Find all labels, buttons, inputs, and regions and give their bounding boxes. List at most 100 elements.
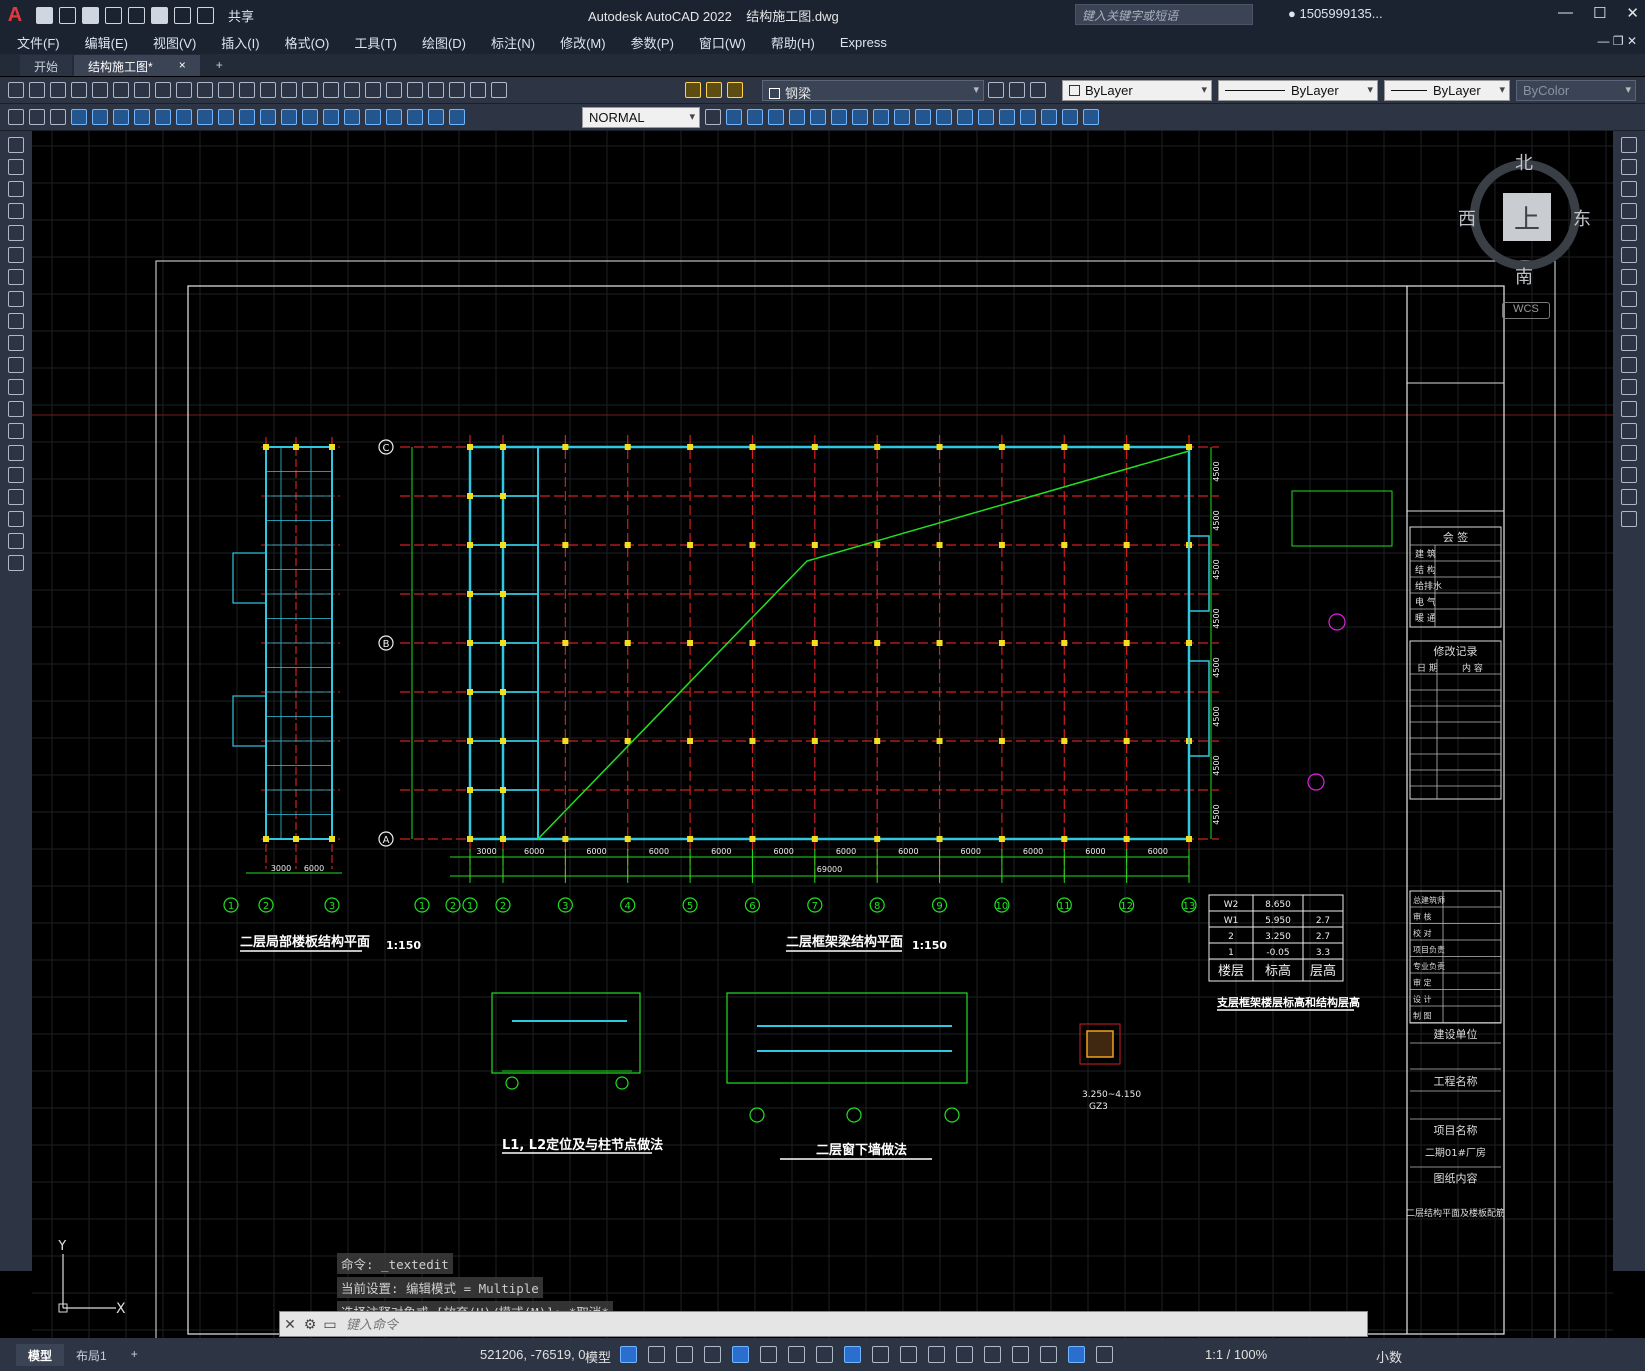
layer-freeze-icon[interactable] [706, 82, 722, 98]
selection-filter-icon[interactable] [1012, 1346, 1029, 1363]
rotate-icon[interactable] [1621, 269, 1637, 285]
dim-edit-icon[interactable] [428, 109, 444, 125]
qnew-icon[interactable] [8, 82, 24, 98]
document-window-controls[interactable]: — ❐ ✕ [1598, 34, 1637, 48]
viewcube-top-face[interactable]: 上 [1503, 193, 1551, 241]
menu-8[interactable]: 修改(M) [560, 33, 606, 52]
tab-start[interactable]: 开始 [20, 55, 73, 76]
dim-continue-icon[interactable] [281, 109, 297, 125]
make-current-icon[interactable] [988, 82, 1004, 98]
tool-icon[interactable] [747, 109, 763, 125]
snap-icon[interactable] [648, 1346, 665, 1363]
plot-icon[interactable] [71, 82, 87, 98]
help-icon[interactable] [470, 82, 486, 98]
command-input[interactable] [340, 1313, 1367, 1335]
layout-tab-layout1[interactable]: 布局1 [64, 1344, 119, 1366]
units-display[interactable]: 小数 [1376, 1347, 1402, 1366]
layer-on-icon[interactable] [685, 82, 701, 98]
zoom-previous-icon[interactable] [344, 82, 360, 98]
user-account[interactable]: ● 1505999135... [1288, 6, 1383, 21]
open-icon[interactable] [29, 82, 45, 98]
gradient-icon[interactable] [8, 467, 24, 483]
circle-icon[interactable] [8, 269, 24, 285]
undo-icon[interactable] [239, 82, 255, 98]
menu-1[interactable]: 编辑(E) [85, 33, 128, 52]
dim-tool-icon[interactable] [50, 109, 66, 125]
zoom-window-icon[interactable] [323, 82, 339, 98]
dim-angular-icon[interactable] [218, 109, 234, 125]
table-icon[interactable] [8, 511, 24, 527]
dim-jogged-icon[interactable] [176, 109, 192, 125]
add-selected-icon[interactable] [8, 555, 24, 571]
close-command-icon[interactable]: ✕ [280, 1316, 300, 1333]
plotstyle-dropdown[interactable]: ByColor [1516, 80, 1636, 101]
pan-icon[interactable] [281, 82, 297, 98]
minimize-button[interactable]: — [1558, 4, 1573, 22]
ellipse-arc-icon[interactable] [8, 357, 24, 373]
undo-icon[interactable] [174, 6, 191, 24]
tool-icon[interactable] [936, 109, 952, 125]
model-space-canvas[interactable]: 会 签建 筑结 构给排水电 气暖 通修改记录日 期 内 容总建筑师审 核校 对项目… [32, 131, 1613, 1338]
compass-west[interactable]: 西 [1458, 205, 1476, 231]
menu-4[interactable]: 格式(O) [285, 33, 330, 52]
properties-icon[interactable] [365, 82, 381, 98]
tool-icon[interactable] [852, 109, 868, 125]
tool-icon[interactable] [1062, 109, 1078, 125]
tool-icon[interactable] [1083, 109, 1099, 125]
dynamic-input-icon[interactable] [704, 1346, 721, 1363]
move-icon[interactable] [1621, 247, 1637, 263]
web-mobile-icon[interactable] [128, 6, 145, 24]
dim-arc-icon[interactable] [113, 109, 129, 125]
wcs-menu[interactable]: WCS [1502, 302, 1550, 319]
menu-10[interactable]: 窗口(W) [699, 33, 746, 52]
cut-icon[interactable] [155, 82, 171, 98]
save-icon[interactable] [50, 82, 66, 98]
customize-icon[interactable]: ⚙ [300, 1316, 320, 1333]
tool-palettes-icon[interactable] [407, 82, 423, 98]
dim-ordinate-icon[interactable] [134, 109, 150, 125]
preview-icon[interactable] [92, 82, 108, 98]
add-layout-button[interactable]: + [119, 1344, 150, 1366]
autocad-logo-icon[interactable]: A [0, 0, 30, 30]
menu-9[interactable]: 参数(P) [631, 33, 674, 52]
dim-linear-icon[interactable] [71, 109, 87, 125]
save-icon[interactable] [82, 6, 99, 24]
close-button[interactable]: ✕ [1626, 4, 1639, 22]
menu-7[interactable]: 标注(N) [491, 33, 535, 52]
copy-icon[interactable] [176, 82, 192, 98]
jogged-linear-icon[interactable] [407, 109, 423, 125]
layer-dropdown[interactable]: 钢梁 [762, 80, 984, 101]
redo-icon[interactable] [197, 6, 214, 24]
scale-icon[interactable] [1621, 291, 1637, 307]
blend-icon[interactable] [1621, 489, 1637, 505]
dim-text-edit-icon[interactable] [449, 109, 465, 125]
tool-icon[interactable] [978, 109, 994, 125]
menu-3[interactable]: 插入(I) [221, 33, 259, 52]
share-button[interactable]: 共享 [228, 6, 254, 25]
auto-scale-icon[interactable] [1096, 1346, 1113, 1363]
ortho-icon[interactable] [732, 1346, 749, 1363]
dim-aligned-icon[interactable] [92, 109, 108, 125]
polygon-icon[interactable] [8, 203, 24, 219]
line-icon[interactable] [8, 137, 24, 153]
menu-12[interactable]: Express [840, 35, 887, 50]
redo-icon[interactable] [260, 82, 276, 98]
osnap-icon[interactable] [844, 1346, 861, 1363]
annotation-visibility-icon[interactable] [1068, 1346, 1085, 1363]
stretch-icon[interactable] [1621, 313, 1637, 329]
mtext-icon[interactable] [8, 533, 24, 549]
menu-11[interactable]: 帮助(H) [771, 33, 815, 52]
compass-north[interactable]: 北 [1515, 149, 1533, 175]
print-icon[interactable] [151, 6, 168, 24]
extend-icon[interactable] [1621, 357, 1637, 373]
lineweight-icon[interactable] [872, 1346, 889, 1363]
grid-icon[interactable] [620, 1346, 637, 1363]
transparency-icon[interactable] [900, 1346, 917, 1363]
selection-cycling-icon[interactable] [928, 1346, 945, 1363]
color-dropdown[interactable]: ByLayer [1062, 80, 1212, 101]
inspection-icon[interactable] [386, 109, 402, 125]
save-as-icon[interactable] [105, 6, 122, 24]
dim-diameter-icon[interactable] [197, 109, 213, 125]
gizmo-icon[interactable] [1040, 1346, 1057, 1363]
offset-icon[interactable] [1621, 203, 1637, 219]
